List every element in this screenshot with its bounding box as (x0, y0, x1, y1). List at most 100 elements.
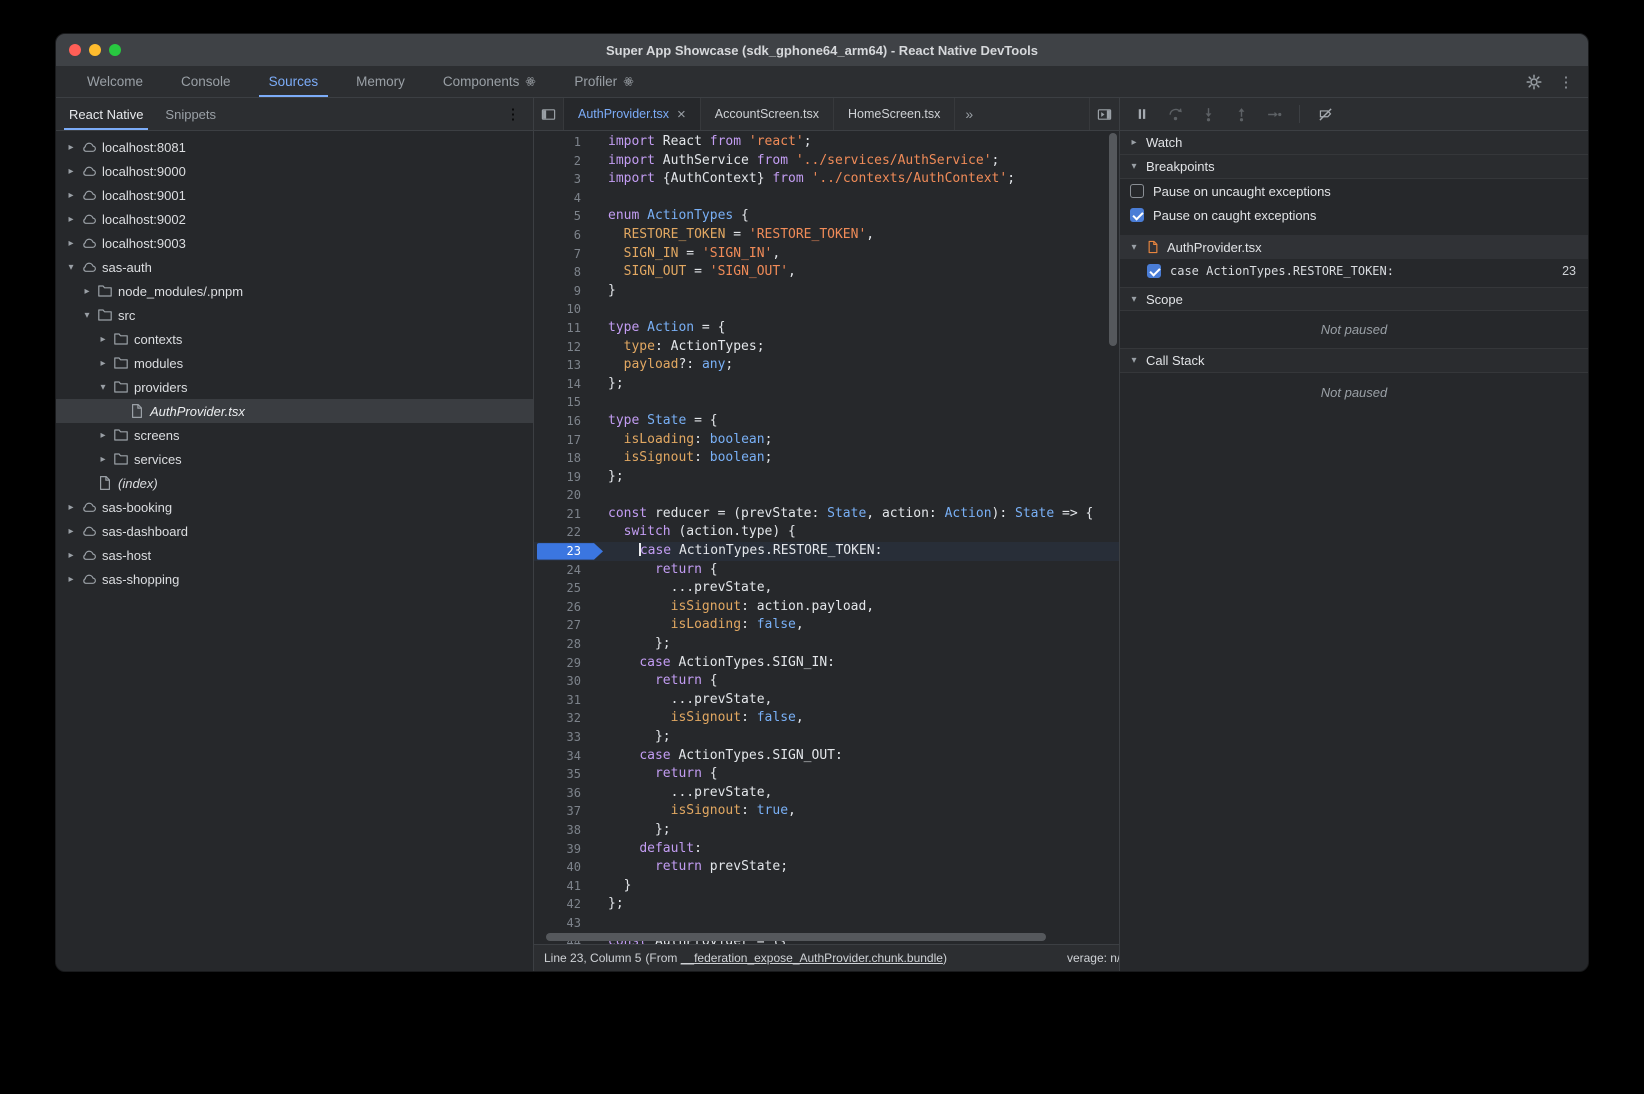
line-number[interactable]: 17 (534, 431, 590, 450)
code-text[interactable] (590, 393, 608, 412)
code-text[interactable]: ...prevState, (590, 784, 772, 803)
code-text[interactable]: }; (590, 821, 671, 840)
code-text[interactable] (590, 300, 608, 319)
chevron-right-icon[interactable]: ▸ (64, 166, 78, 177)
line-number[interactable]: 14 (534, 375, 590, 394)
code-text[interactable]: }; (590, 468, 624, 487)
line-number[interactable]: 3 (534, 170, 590, 189)
code-text[interactable]: isSignout: boolean; (590, 449, 772, 468)
chevron-right-icon[interactable]: ▸ (96, 454, 110, 465)
code-text[interactable]: import AuthService from '../services/Aut… (590, 152, 999, 171)
code-text[interactable]: enum ActionTypes { (590, 207, 749, 226)
source-bundle-link[interactable]: __federation_expose_AuthProvider.chunk.b… (681, 951, 943, 965)
call-stack-section-header[interactable]: ▾ Call Stack (1120, 349, 1588, 373)
line-number[interactable]: 24 (534, 561, 590, 580)
code-text[interactable]: case ActionTypes.RESTORE_TOKEN: (590, 542, 882, 561)
tree-item-sas-shopping[interactable]: ▸sas-shopping (56, 567, 533, 591)
breakpoint-entry[interactable]: case ActionTypes.RESTORE_TOKEN: 23 (1120, 259, 1588, 283)
tab-console[interactable]: Console (162, 66, 250, 97)
tree-item-localhost-9001[interactable]: ▸localhost:9001 (56, 183, 533, 207)
tree-item-sas-auth[interactable]: ▾sas-auth (56, 255, 533, 279)
tab-welcome[interactable]: Welcome (68, 66, 162, 97)
line-number[interactable]: 9 (534, 282, 590, 301)
minimize-window-button[interactable] (89, 44, 101, 56)
editor-tab-homescreen-tsx[interactable]: HomeScreen.tsx (834, 98, 955, 130)
horizontal-scrollbar-thumb[interactable] (546, 933, 1046, 941)
line-number[interactable]: 33 (534, 728, 590, 747)
code-text[interactable]: default: (590, 840, 702, 859)
more-options-kebab-icon[interactable]: ⋮ (1552, 69, 1580, 95)
code-text[interactable] (590, 914, 608, 933)
chevron-right-icon[interactable]: ▸ (64, 238, 78, 249)
tree-item-src[interactable]: ▾src (56, 303, 533, 327)
line-number[interactable]: 34 (534, 747, 590, 766)
code-text[interactable]: import {AuthContext} from '../contexts/A… (590, 170, 1015, 189)
tab-memory[interactable]: Memory (337, 66, 424, 97)
pause-script-icon[interactable] (1130, 102, 1154, 126)
line-number[interactable]: 10 (534, 300, 590, 319)
code-text[interactable]: type Action = { (590, 319, 725, 338)
watch-section-header[interactable]: ▸ Watch (1120, 131, 1588, 155)
line-number[interactable]: 7 (534, 245, 590, 264)
line-number[interactable]: 38 (534, 821, 590, 840)
scope-section-header[interactable]: ▾ Scope (1120, 287, 1588, 311)
code-text[interactable]: isSignout: action.payload, (590, 598, 874, 617)
close-icon[interactable]: × (677, 107, 686, 122)
chevron-right-icon[interactable]: ▸ (64, 574, 78, 585)
tree-item-localhost-9002[interactable]: ▸localhost:9002 (56, 207, 533, 231)
code-text[interactable]: isLoading: false, (590, 616, 804, 635)
pause-uncaught-row[interactable]: Pause on uncaught exceptions (1120, 179, 1588, 203)
line-number[interactable]: 1 (534, 133, 590, 152)
chevron-down-icon[interactable]: ▾ (80, 310, 94, 321)
tree-item-node-modules-pnpm[interactable]: ▸node_modules/.pnpm (56, 279, 533, 303)
line-number[interactable]: 41 (534, 877, 590, 896)
line-number[interactable]: 22 (534, 523, 590, 542)
code-text[interactable]: ...prevState, (590, 691, 772, 710)
line-number[interactable]: 31 (534, 691, 590, 710)
step-out-icon[interactable] (1229, 102, 1253, 126)
toggle-navigator-icon[interactable] (534, 98, 564, 130)
code-text[interactable]: type State = { (590, 412, 718, 431)
code-text[interactable]: isSignout: false, (590, 709, 804, 728)
step-over-icon[interactable] (1163, 102, 1187, 126)
chevron-down-icon[interactable]: ▾ (64, 262, 78, 273)
tree-item-providers[interactable]: ▾providers (56, 375, 533, 399)
code-editor[interactable]: 1import React from 'react';2import AuthS… (534, 131, 1119, 944)
chevron-down-icon[interactable]: ▾ (96, 382, 110, 393)
line-number[interactable]: 8 (534, 263, 590, 282)
navigator-tab-react-native[interactable]: React Native (58, 98, 154, 130)
code-text[interactable]: type: ActionTypes; (590, 338, 765, 357)
code-text[interactable]: const reducer = (prevState: State, actio… (590, 505, 1093, 524)
chevron-right-icon[interactable]: ▸ (96, 430, 110, 441)
tree-item-authprovider-tsx[interactable]: AuthProvider.tsx (56, 399, 533, 423)
line-number[interactable]: 15 (534, 393, 590, 412)
line-number[interactable]: 16 (534, 412, 590, 431)
line-number[interactable]: 26 (534, 598, 590, 617)
code-text[interactable]: import React from 'react'; (590, 133, 812, 152)
chevron-right-icon[interactable]: ▸ (96, 334, 110, 345)
line-number[interactable]: 43 (534, 914, 590, 933)
code-text[interactable]: }; (590, 728, 671, 747)
vertical-scrollbar-thumb[interactable] (1109, 133, 1117, 346)
chevron-right-icon[interactable]: ▸ (64, 190, 78, 201)
editor-tab-accountscreen-tsx[interactable]: AccountScreen.tsx (701, 98, 834, 130)
line-number[interactable]: 30 (534, 672, 590, 691)
settings-gear-icon[interactable] (1520, 69, 1548, 95)
code-text[interactable]: switch (action.type) { (590, 523, 796, 542)
line-number[interactable]: 25 (534, 579, 590, 598)
breakpoints-section-header[interactable]: ▾ Breakpoints (1120, 155, 1588, 179)
line-number[interactable]: 18 (534, 449, 590, 468)
tab-sources[interactable]: Sources (250, 66, 338, 97)
line-number[interactable]: 5 (534, 207, 590, 226)
line-number[interactable]: 4 (534, 189, 590, 208)
close-window-button[interactable] (69, 44, 81, 56)
code-text[interactable]: RESTORE_TOKEN = 'RESTORE_TOKEN', (590, 226, 874, 245)
code-text[interactable]: SIGN_OUT = 'SIGN_OUT', (590, 263, 796, 282)
line-number[interactable]: 2 (534, 152, 590, 171)
chevron-right-icon[interactable]: ▸ (64, 502, 78, 513)
line-number[interactable]: 12 (534, 338, 590, 357)
line-number[interactable]: 42 (534, 895, 590, 914)
code-text[interactable]: payload?: any; (590, 356, 733, 375)
code-text[interactable]: case ActionTypes.SIGN_IN: (590, 654, 835, 673)
code-text[interactable]: } (590, 877, 631, 896)
